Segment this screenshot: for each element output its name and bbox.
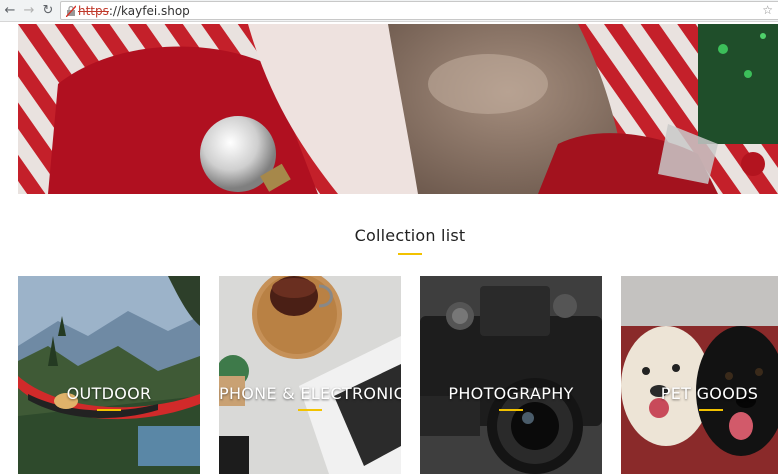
bookmark-star-icon[interactable]: ☆ (762, 3, 773, 17)
camera-image (420, 276, 602, 474)
card-underline (97, 409, 121, 411)
hero-banner-image (18, 24, 778, 194)
insecure-lock-icon (66, 5, 76, 17)
electronics-image (219, 276, 401, 474)
card-underline (298, 409, 322, 411)
url-text: https://kayfei.shop (78, 4, 190, 18)
card-underline (699, 409, 723, 411)
collection-card-label: PHOTOGRAPHY (448, 384, 574, 403)
forward-arrow-icon[interactable]: → (21, 3, 37, 19)
collection-card-pet-goods[interactable]: PET GOODS (621, 276, 778, 474)
collection-card-label: PHONE & ELECTRONIC (219, 384, 401, 403)
collection-card-phone-electronic[interactable]: PHONE & ELECTRONIC (219, 276, 401, 474)
url-host: ://kayfei.shop (108, 4, 190, 18)
browser-toolbar: ← → ↻ https://kayfei.shop ☆ (0, 0, 778, 22)
collection-card-label: PET GOODS (660, 384, 759, 403)
card-underline (499, 409, 523, 411)
collection-card-outdoor[interactable]: OUTDOOR (18, 276, 200, 474)
collection-card-label: OUTDOOR (66, 384, 152, 403)
outdoor-image (18, 276, 200, 474)
hero-illustration (18, 24, 778, 194)
address-bar[interactable]: https://kayfei.shop ☆ (60, 1, 778, 20)
pets-image (621, 276, 778, 474)
reload-icon[interactable]: ↻ (40, 3, 56, 19)
title-underline (398, 253, 422, 255)
url-scheme: https (78, 4, 109, 18)
collection-title: Collection list (354, 226, 466, 245)
back-arrow-icon[interactable]: ← (2, 3, 18, 19)
collection-card-photography[interactable]: PHOTOGRAPHY (420, 276, 602, 474)
